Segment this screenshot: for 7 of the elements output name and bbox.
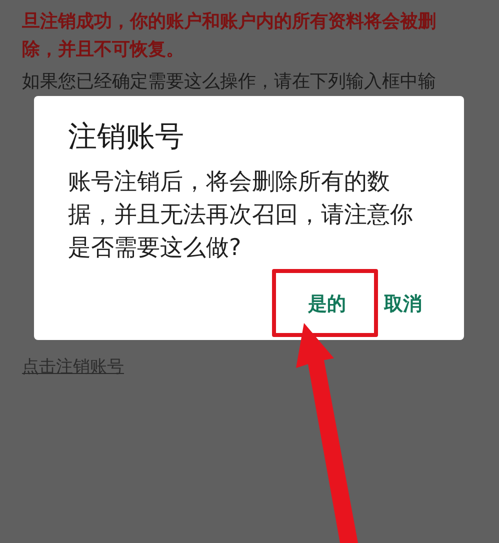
dialog-title: 注销账号 (68, 118, 185, 154)
instruction-text: 如果您已经确定需要这么操作，请在下列输入框中输 (22, 70, 436, 93)
warning-text: 除，并且不可恢复。 (22, 38, 185, 62)
dialog-message: 账号注销后，将会删除所有的数据，并且无法再次召回，请注意你是否需要这么做? (68, 168, 414, 263)
dialog-button[interactable]: 是的 (302, 289, 352, 317)
warning-text: 旦注销成功，你的账户和账户内的所有资料将会被删 (22, 10, 437, 34)
dialog-button[interactable]: 取消 (378, 289, 428, 317)
